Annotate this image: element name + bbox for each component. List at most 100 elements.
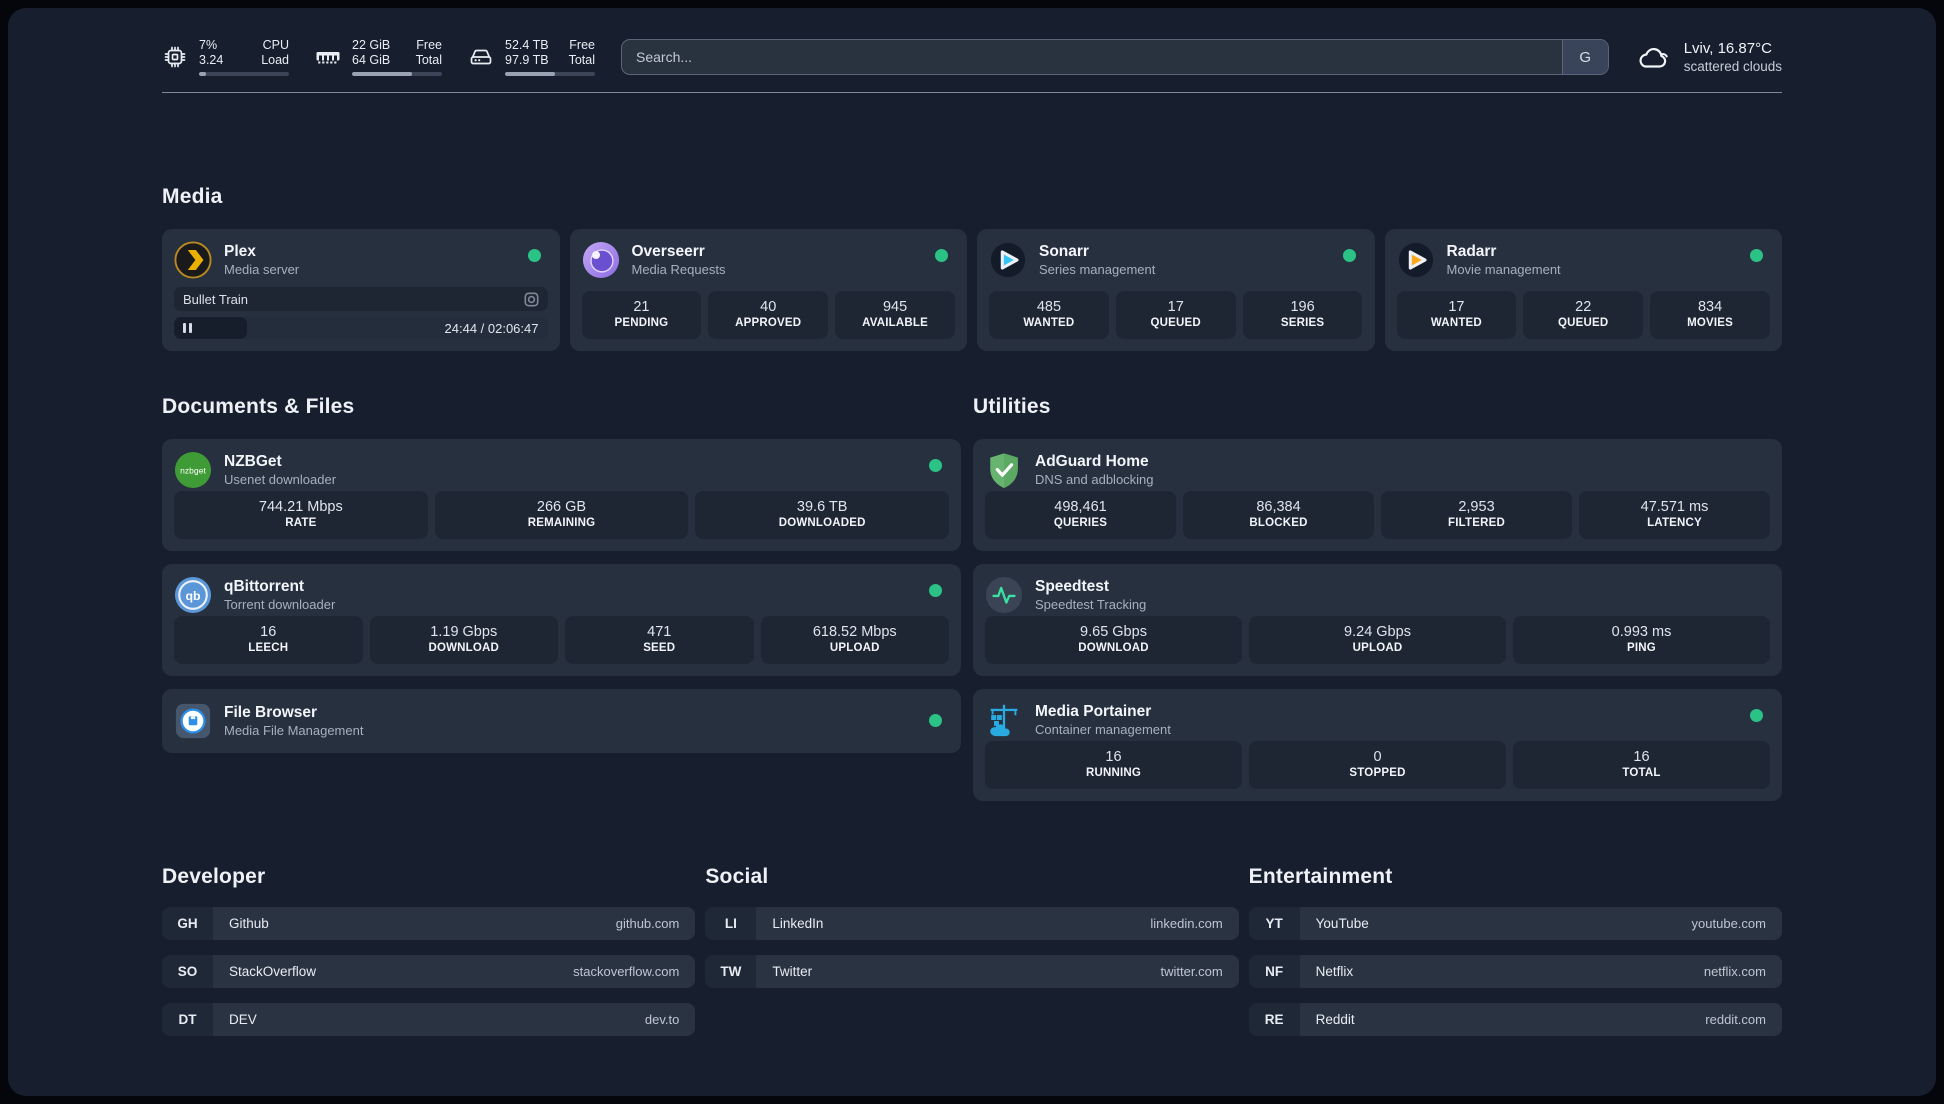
- cpu-load-label: Load: [261, 53, 289, 67]
- overseerr-icon: [582, 241, 619, 279]
- stat-tile: 16 RUNNING: [985, 741, 1242, 789]
- link-netflix[interactable]: NF Netflix netflix.com: [1248, 955, 1782, 988]
- disk-free-value: 52.4 TB: [505, 38, 549, 52]
- overseerr-card[interactable]: Overseerr Media Requests 21 PENDING 40 APP…: [569, 229, 967, 351]
- stat-tile: 21 PENDING: [581, 291, 702, 339]
- plex-now-playing-row: Bullet Train: [174, 287, 548, 311]
- link-github[interactable]: GH Github github.com: [162, 907, 696, 940]
- nzbget-card[interactable]: nzbget NZBGet Usenet downloader 744.21 M…: [162, 439, 961, 551]
- radarr-description: Movie management: [1446, 262, 1561, 277]
- disk-total-label: Total: [568, 53, 595, 67]
- link-youtube[interactable]: YT YouTube youtube.com: [1248, 907, 1782, 940]
- stat-tile: 86,384 BLOCKED: [1183, 491, 1374, 539]
- section-utilities: Utilities AdGuard Home DNS and adblockin…: [973, 395, 1782, 801]
- speedtest-description: Speedtest Tracking: [1035, 597, 1147, 612]
- link-reddit[interactable]: RE Reddit reddit.com: [1248, 1003, 1782, 1036]
- filebrowser-icon: [175, 703, 211, 739]
- cloud-icon: [1639, 47, 1668, 68]
- session-icon: [523, 291, 539, 307]
- cpu-load-value: 3.24: [199, 53, 224, 67]
- link-abbr-badge: NF: [1248, 955, 1300, 988]
- stat-tile: 17 QUEUED: [1115, 291, 1236, 339]
- nzbget-icon: nzbget: [174, 451, 212, 489]
- stat-tile: 47.571 ms LATENCY: [1579, 491, 1770, 539]
- stat-tile: 266 GB REMAINING: [434, 491, 689, 539]
- cpu-progress-fill: [199, 72, 207, 76]
- link-abbr-badge: DT: [162, 1003, 213, 1036]
- plex-card[interactable]: Plex Media server Bullet Train 24:44 / 0…: [162, 229, 560, 351]
- stat-tile: 16 LEECH: [174, 616, 363, 664]
- cpu-label: CPU: [262, 38, 289, 52]
- link-twitter[interactable]: TW Twitter twitter.com: [705, 955, 1239, 988]
- speedtest-card[interactable]: Speedtest Speedtest Tracking 9.65 Gbps DO…: [973, 564, 1782, 676]
- sonarr-name: Sonarr: [1039, 243, 1089, 260]
- portainer-card[interactable]: Media Portainer Container management 16 R…: [973, 689, 1782, 801]
- stat-tile: 498,461 QUERIES: [985, 491, 1176, 539]
- link-dev[interactable]: DT DEV dev.to: [162, 1003, 696, 1036]
- svg-text:nzbget: nzbget: [180, 465, 206, 475]
- stat-tile: 17 WANTED: [1396, 291, 1517, 339]
- qbittorrent-status-dot: [929, 584, 942, 597]
- adguard-name: AdGuard Home: [1035, 453, 1149, 470]
- qbittorrent-icon: qb: [174, 576, 212, 614]
- link-abbr-badge: RE: [1248, 1003, 1300, 1036]
- overseerr-description: Media Requests: [631, 262, 726, 277]
- link-abbr-badge: TW: [705, 955, 757, 988]
- plex-status-dot: [527, 249, 541, 262]
- nzbget-description: Usenet downloader: [224, 472, 337, 487]
- pause-icon[interactable]: [183, 323, 192, 333]
- sonarr-icon: [990, 242, 1026, 278]
- ram-free-label: Free: [416, 38, 442, 52]
- speedtest-name: Speedtest: [1035, 578, 1110, 595]
- nzbget-name: NZBGet: [224, 453, 282, 470]
- stat-tile: 485 WANTED: [989, 291, 1109, 339]
- adguard-icon: [990, 453, 1018, 489]
- search-input[interactable]: [622, 40, 1562, 74]
- search-provider-button[interactable]: G: [1561, 40, 1608, 74]
- radarr-card[interactable]: Radarr Movie management 17 WANTED 22 QUEUE…: [1384, 229, 1782, 351]
- cpu-stat: 7% 3.24 CPU Load: [162, 38, 289, 76]
- link-abbr-badge: YT: [1248, 907, 1300, 940]
- link-stackoverflow[interactable]: SO StackOverflow stackoverflow.com: [162, 955, 696, 988]
- plex-name: Plex: [224, 243, 256, 260]
- overseerr-name: Overseerr: [631, 243, 705, 260]
- section-social: Social LI LinkedIn linkedin.com TW Twitte…: [705, 865, 1239, 988]
- link-linkedin[interactable]: LI LinkedIn linkedin.com: [705, 907, 1239, 940]
- stat-tile: 945 AVAILABLE: [835, 291, 955, 339]
- section-documents: Documents & Files nzbget NZBGet Usenet d…: [162, 395, 961, 753]
- disk-total-value: 97.9 TB: [505, 53, 549, 67]
- plex-description: Media server: [224, 262, 300, 277]
- section-developer: Developer GH Github github.com SO StackOv…: [162, 865, 696, 1036]
- developer-section-title: Developer: [162, 865, 266, 888]
- cpu-icon: [164, 46, 186, 68]
- stat-tile: 40 APPROVED: [708, 291, 829, 339]
- stat-tile: 1.19 Gbps DOWNLOAD: [369, 616, 558, 664]
- portainer-description: Container management: [1035, 722, 1171, 737]
- radarr-name: Radarr: [1446, 243, 1497, 260]
- disk-progress-bar: [505, 72, 595, 76]
- cpu-percent: 7%: [199, 38, 218, 52]
- stat-tile: 834 MOVIES: [1650, 291, 1770, 339]
- nzbget-status-dot: [929, 459, 942, 472]
- disk-free-label: Free: [569, 38, 595, 52]
- adguard-card[interactable]: AdGuard Home DNS and adblocking 498,461 Q…: [973, 439, 1782, 551]
- filebrowser-card[interactable]: File Browser Media File Management: [162, 689, 961, 753]
- qbittorrent-card[interactable]: qb qBittorrent Torrent downloader 16 LEEC…: [162, 564, 961, 676]
- plex-player-bar: 24:44 / 02:06:47: [174, 317, 548, 339]
- portainer-status-dot: [1750, 709, 1763, 722]
- radarr-status-dot: [1750, 249, 1763, 262]
- stat-tile: 0.993 ms PING: [1513, 616, 1770, 664]
- section-entertainment: Entertainment YT YouTube youtube.com NF N…: [1248, 865, 1782, 1036]
- speedtest-icon: [985, 576, 1023, 614]
- ram-total-value: 64 GiB: [352, 53, 391, 67]
- social-section-title: Social: [705, 865, 769, 888]
- sonarr-card[interactable]: Sonarr Series management 485 WANTED 17 QUE…: [977, 229, 1375, 351]
- adguard-description: DNS and adblocking: [1035, 472, 1154, 487]
- plex-playback-time: 24:44 / 02:06:47: [444, 320, 539, 336]
- section-media: Media Plex Media server Bullet Train 24:…: [162, 185, 1782, 351]
- ram-total-label: Total: [415, 53, 442, 67]
- weather-widget: Lviv, 16.87°C scattered clouds: [1635, 39, 1782, 75]
- stat-tile: 196 SERIES: [1242, 291, 1363, 339]
- ram-progress-bar: [352, 72, 442, 76]
- qbittorrent-name: qBittorrent: [224, 578, 305, 595]
